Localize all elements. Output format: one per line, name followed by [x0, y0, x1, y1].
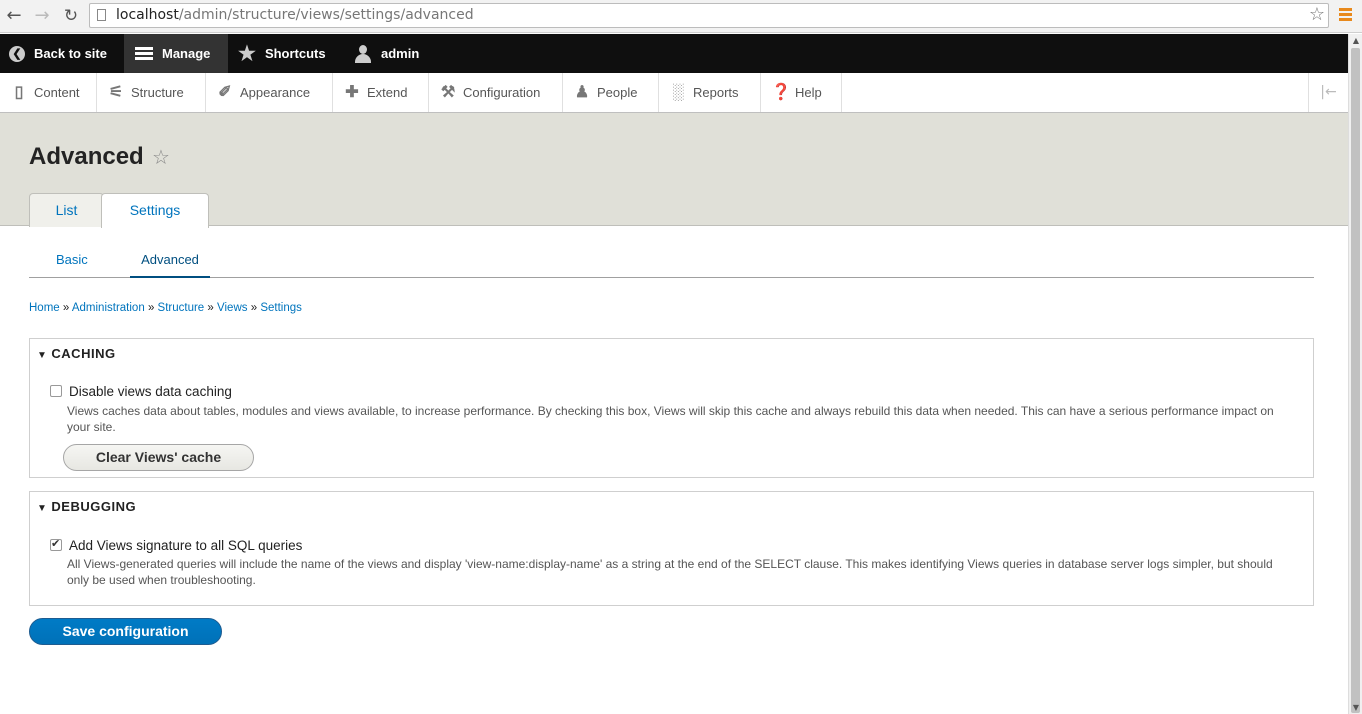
page-icon: [97, 9, 106, 21]
tab-list[interactable]: List: [29, 193, 104, 227]
back-to-site-label: Back to site: [34, 46, 107, 61]
menu-item-label: Structure: [131, 85, 184, 100]
menu-item-reports[interactable]: ░ Reports: [659, 73, 761, 112]
shortcuts-tab[interactable]: ★ Shortcuts: [238, 34, 326, 73]
disable-caching-checkbox[interactable]: [50, 385, 62, 397]
debugging-legend[interactable]: ▼ DEBUGGING: [37, 499, 136, 514]
caching-legend-label: CACHING: [51, 346, 116, 361]
breadcrumb-separator: »: [207, 302, 214, 314]
debugging-description: All Views-generated queries will include…: [67, 557, 1273, 587]
menu-item-structure[interactable]: ⚟ Structure: [97, 73, 206, 112]
address-bar[interactable]: localhost/admin/structure/views/settings…: [89, 3, 1329, 28]
document-icon: ▯: [14, 83, 24, 101]
secondary-tabs: Basic Advanced: [29, 244, 1314, 278]
breadcrumb-administration[interactable]: Administration: [72, 302, 145, 314]
caching-fieldset: ▼ CACHING Disable views data caching View…: [29, 338, 1314, 478]
brush-icon: ✐: [218, 83, 232, 101]
manage-label: Manage: [162, 46, 211, 61]
admin-menu-tray: ▯ Content ⚟ Structure ✐ Appearance ✚ Ext…: [0, 73, 1348, 113]
menu-item-configuration[interactable]: ⚒ Configuration: [429, 73, 563, 112]
page-scrollbar[interactable]: ▲ ▼: [1348, 34, 1362, 714]
people-icon: ♟: [574, 83, 590, 101]
menu-item-help[interactable]: ❓ Help: [761, 73, 842, 112]
help-icon: ❓: [771, 83, 791, 101]
menu-item-label: Configuration: [463, 85, 541, 100]
page-header: Advanced ☆ List Settings: [0, 113, 1348, 228]
shortcuts-label: Shortcuts: [264, 46, 326, 61]
admin-toolbar: ❮ Back to site Manage ★ Shortcuts admin: [0, 34, 1348, 73]
menu-item-extend[interactable]: ✚ Extend: [333, 73, 429, 112]
sql-signature-checkbox[interactable]: [50, 537, 62, 551]
menu-item-label: Appearance: [240, 85, 311, 100]
puzzle-icon: ✚: [345, 83, 359, 101]
breadcrumb-settings[interactable]: Settings: [260, 302, 302, 314]
caret-down-icon: ▼: [37, 350, 48, 361]
bar-chart-icon: ░: [672, 83, 684, 101]
menu-item-label: Help: [795, 85, 822, 100]
subtab-basic[interactable]: Basic: [56, 244, 88, 276]
sql-signature-label[interactable]: Add Views signature to all SQL queries: [69, 538, 302, 553]
save-configuration-button[interactable]: Save configuration: [29, 618, 222, 645]
tray-orientation-toggle-icon[interactable]: |←: [1308, 73, 1348, 112]
debugging-legend-label: DEBUGGING: [51, 499, 137, 514]
breadcrumb-home[interactable]: Home: [29, 302, 60, 314]
caching-legend[interactable]: ▼ CACHING: [37, 346, 116, 361]
url-host: localhost: [116, 7, 179, 23]
menu-item-people[interactable]: ♟ People: [563, 73, 659, 112]
breadcrumb-separator: »: [147, 302, 155, 314]
url-path: /admin/structure/views/settings/advanced: [178, 7, 474, 23]
back-arrow-icon[interactable]: ←: [3, 5, 25, 27]
url-text[interactable]: localhost/admin/structure/views/settings…: [116, 7, 474, 23]
tab-settings[interactable]: Settings: [101, 193, 209, 228]
back-to-site-link[interactable]: ❮ Back to site: [0, 34, 123, 73]
caching-description: Views caches data about tables, modules …: [67, 404, 1274, 434]
breadcrumb-separator: »: [250, 302, 258, 314]
clear-views-cache-button[interactable]: Clear Views' cache: [63, 444, 254, 471]
browser-chrome: ← → ↻ localhost/admin/structure/views/se…: [0, 0, 1362, 33]
scroll-up-arrow-icon[interactable]: ▲: [1351, 36, 1361, 45]
structure-icon: ⚟: [108, 83, 124, 101]
scroll-down-arrow-icon[interactable]: ▼: [1351, 703, 1361, 712]
manage-tab[interactable]: Manage: [124, 34, 228, 73]
disable-caching-label[interactable]: Disable views data caching: [69, 384, 232, 399]
breadcrumb-structure[interactable]: Structure: [158, 302, 205, 314]
breadcrumb-separator: »: [62, 302, 70, 314]
breadcrumb-views[interactable]: Views: [217, 302, 247, 314]
hamburger-icon: [135, 45, 153, 62]
shortcut-star-icon[interactable]: ☆: [152, 145, 170, 169]
menu-item-label: Extend: [367, 85, 408, 100]
subtab-advanced[interactable]: Advanced: [130, 244, 210, 278]
breadcrumb: Home » Administration » Structure » View…: [29, 302, 302, 314]
page-title: Advanced: [29, 143, 144, 170]
menu-item-label: People: [597, 85, 638, 100]
debugging-fieldset: ▼DEBUGGING Add Views signature to all SQ…: [29, 491, 1314, 606]
caret-down-icon: ▼: [37, 503, 48, 514]
browser-menu-icon[interactable]: [1339, 8, 1352, 24]
star-icon: ★: [238, 42, 256, 65]
user-icon: [354, 44, 372, 63]
menu-item-content[interactable]: ▯ Content: [0, 73, 97, 112]
wrench-icon: ⚒: [440, 83, 456, 101]
menu-item-label: Reports: [693, 85, 739, 100]
chevron-left-icon: ❮: [9, 45, 25, 62]
menu-item-label: Content: [34, 85, 80, 100]
scrollbar-thumb[interactable]: [1351, 48, 1360, 713]
reload-icon[interactable]: ↻: [60, 5, 82, 27]
forward-arrow-icon[interactable]: →: [31, 5, 53, 27]
menu-item-appearance[interactable]: ✐ Appearance: [206, 73, 333, 112]
user-label: admin: [381, 46, 420, 61]
bookmark-star-icon[interactable]: ☆: [1309, 4, 1325, 26]
user-tab[interactable]: admin: [354, 34, 419, 73]
